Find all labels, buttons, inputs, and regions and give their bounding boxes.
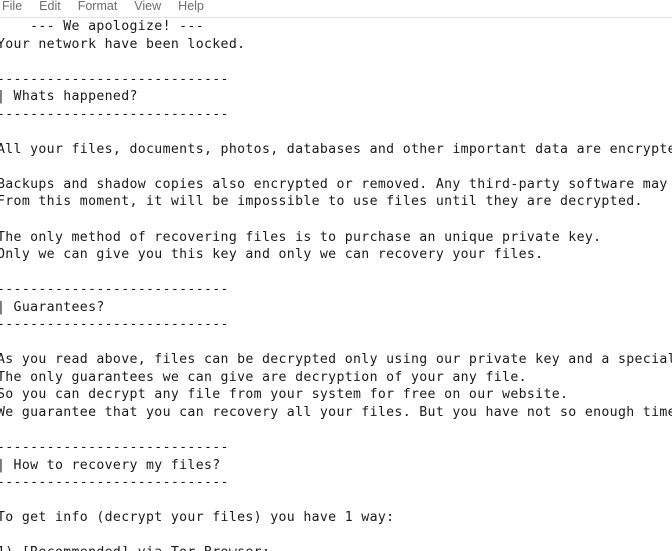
text-line: | How to recovery my files?	[0, 457, 221, 473]
text-line	[0, 422, 672, 440]
text-line	[0, 334, 672, 352]
text-line: The only method of recovering files is t…	[0, 229, 602, 245]
text-line: We guarantee that you can recovery all y…	[0, 405, 672, 421]
text-line: Only we can give you this key and only w…	[0, 247, 544, 263]
text-line: 1) [Recommended] via Tor Browser:	[0, 544, 672, 551]
text-line	[0, 158, 672, 176]
menu-item-format[interactable]: Format	[78, 0, 127, 18]
text-line: ----------------------------	[0, 71, 229, 87]
text-line	[0, 492, 672, 510]
text-line: ----------------------------	[0, 106, 229, 122]
text-line	[0, 53, 672, 71]
text-line: | Guarantees?	[0, 299, 105, 315]
text-line: To get info (decrypt your files) you hav…	[0, 510, 395, 526]
text-line: So you can decrypt any file from your sy…	[0, 387, 569, 403]
text-line	[0, 527, 672, 545]
text-line: ----------------------------	[0, 282, 229, 298]
menu-bar: File Edit Format View Help	[0, 0, 672, 18]
menu-item-file[interactable]: File	[2, 0, 31, 18]
text-line: Your network have been locked.	[0, 36, 246, 52]
text-line: | Whats happened?	[0, 89, 138, 105]
text-line	[0, 211, 672, 229]
text-line: As you read above, files can be decrypte…	[0, 352, 672, 368]
text-line	[0, 123, 672, 141]
text-line: The only guarantees we can give are decr…	[0, 369, 527, 385]
text-line: ----------------------------	[0, 317, 229, 333]
menu-item-edit[interactable]: Edit	[39, 0, 70, 18]
text-line: ----------------------------	[0, 440, 229, 456]
text-line: All your files, documents, photos, datab…	[0, 141, 672, 157]
menu-item-view[interactable]: View	[134, 0, 170, 18]
text-line: --- We apologize! ---	[0, 19, 204, 34]
text-line: From this moment, it will be impossible …	[0, 194, 643, 210]
text-line: Backups and shadow copies also encrypted…	[0, 176, 668, 192]
ransom-note-text[interactable]: --- We apologize! --- Your network have b…	[0, 18, 672, 551]
text-line: ----------------------------	[0, 475, 229, 491]
menu-item-help[interactable]: Help	[178, 0, 213, 18]
text-line	[0, 264, 672, 282]
text-editor-area[interactable]: --- We apologize! --- Your network have b…	[0, 18, 672, 551]
